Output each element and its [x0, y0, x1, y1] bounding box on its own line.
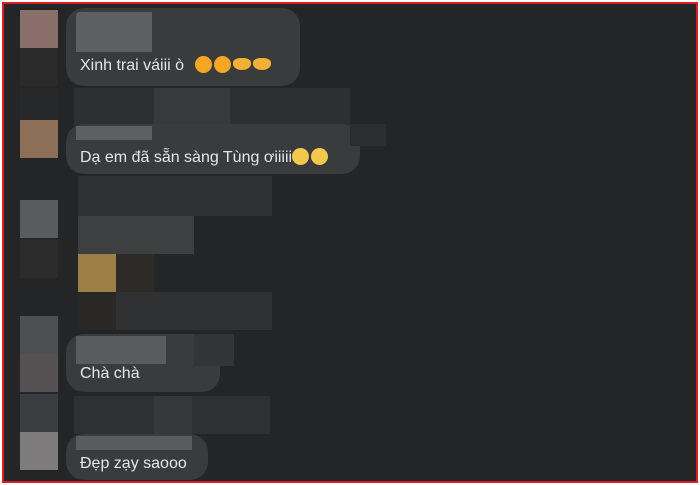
blurred-region [78, 254, 116, 292]
blurred-region [20, 394, 58, 432]
comment-bubble[interactable]: Dạ em đã sẵn sàng Tùng ơiiiii [66, 124, 360, 174]
blurred-author-name [76, 12, 152, 52]
heart-hands-emoji-icon [232, 58, 251, 70]
blurred-region [350, 124, 386, 146]
heart-hands-emoji-icon [252, 58, 271, 70]
comment-text: Xinh trai váiii ò [80, 56, 271, 76]
blurred-region [20, 240, 58, 278]
flushed-emoji-icon [292, 148, 310, 165]
flushed-emoji-icon [311, 148, 329, 165]
blurred-author-name [76, 336, 166, 364]
comment-text: Đẹp zạy saooo [80, 454, 187, 474]
blurred-region [78, 216, 194, 254]
comment-text: Chà chà [80, 364, 140, 384]
blurred-author-name [76, 126, 152, 150]
avatar[interactable] [20, 316, 58, 354]
comment-text-content: Chà chà [80, 365, 140, 382]
blurred-region [154, 396, 192, 434]
blurred-region [20, 354, 58, 392]
blurred-region [194, 334, 234, 366]
avatar[interactable] [20, 120, 58, 158]
blurred-region [116, 254, 154, 292]
kiss-emoji-icon [213, 56, 231, 73]
comment-text: Dạ em đã sẵn sàng Tùng ơiiiii [80, 148, 329, 168]
comment-section: Xinh trai váiii ò Dạ em đã sẵn sàng Tùng… [2, 2, 698, 483]
blurred-region [78, 176, 272, 216]
blurred-region [154, 88, 230, 126]
comment-text-content: Xinh trai váiii ò [80, 57, 185, 74]
blurred-region [78, 292, 116, 330]
comment-bubble[interactable]: Xinh trai váiii ò [66, 8, 300, 86]
kiss-emoji-icon [194, 56, 212, 73]
avatar[interactable] [20, 10, 58, 48]
blurred-region [20, 48, 58, 86]
avatar[interactable] [20, 432, 58, 470]
comment-text-content: Dạ em đã sẵn sàng Tùng ơiiiii [80, 149, 293, 166]
comment-text-content: Đẹp zạy saooo [80, 455, 187, 472]
comment-bubble[interactable]: Đẹp zạy saooo [66, 434, 208, 480]
blurred-region [20, 200, 58, 238]
